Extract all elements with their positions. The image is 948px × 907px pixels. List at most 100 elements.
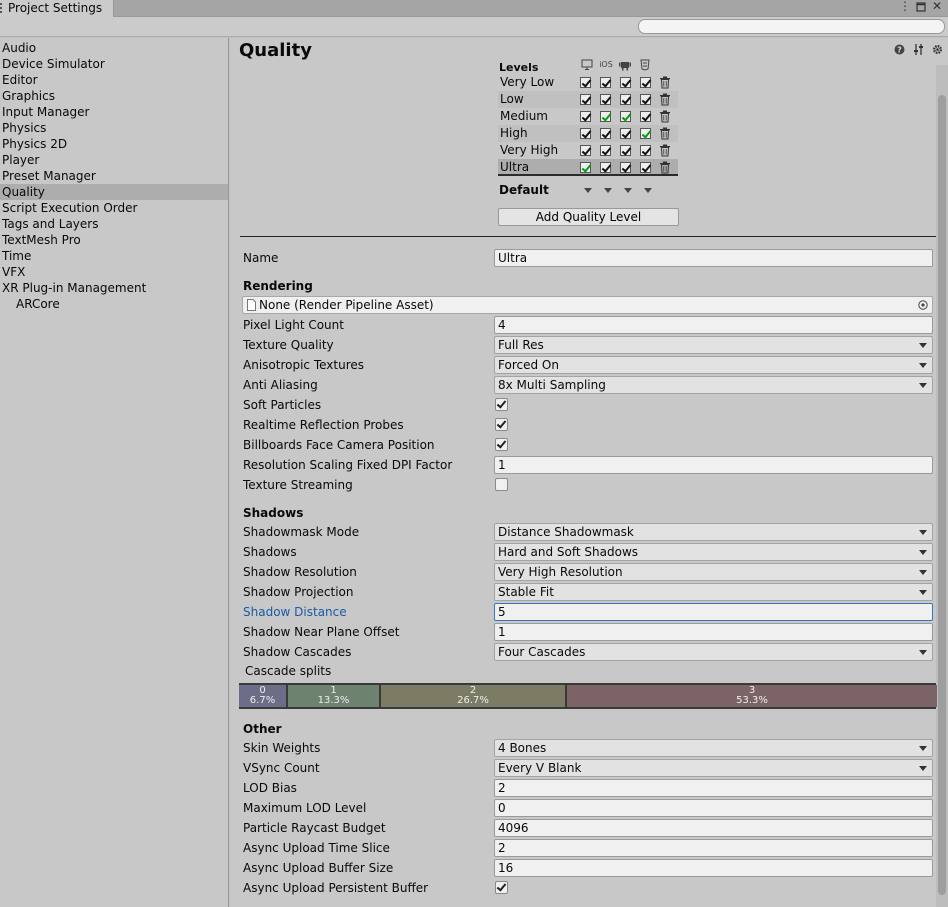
default-standalone-dropdown[interactable] <box>584 188 592 193</box>
more-options-icon[interactable]: ⋮ <box>898 0 912 14</box>
cascade-split-segment[interactable]: 0 6.7% <box>239 685 286 707</box>
cascade-split-segment[interactable]: 2 26.7% <box>381 685 565 707</box>
async-upload-buffer-size-input[interactable]: 16 <box>494 859 933 877</box>
quality-level-platform-checkbox[interactable] <box>640 162 651 173</box>
sidebar-item-graphics[interactable]: Graphics <box>0 88 228 104</box>
quality-level-platform-checkbox[interactable] <box>600 128 611 139</box>
cascade-splits-bar[interactable]: 0 6.7% 1 13.3% 2 26.7% 3 53.3% <box>239 683 937 709</box>
quality-level-platform-checkbox[interactable] <box>580 128 591 139</box>
quality-level-platform-checkbox[interactable] <box>620 77 631 88</box>
quality-level-platform-checkbox[interactable] <box>580 77 591 88</box>
trash-icon[interactable] <box>659 127 671 140</box>
pixel-light-count-input[interactable]: 4 <box>494 316 933 334</box>
add-quality-level-button[interactable]: Add Quality Level <box>498 208 679 226</box>
shadow-projection-dropdown[interactable]: Stable Fit <box>494 583 933 601</box>
quality-level-row[interactable]: Medium <box>498 108 678 125</box>
sidebar-item-editor[interactable]: Editor <box>0 72 228 88</box>
trash-icon[interactable] <box>659 144 671 157</box>
default-webgl-dropdown[interactable] <box>644 188 652 193</box>
quality-level-platform-checkbox[interactable] <box>600 111 611 122</box>
trash-icon[interactable] <box>659 76 671 89</box>
sidebar-item-physics[interactable]: Physics <box>0 120 228 136</box>
sidebar-item-preset-manager[interactable]: Preset Manager <box>0 168 228 184</box>
trash-icon[interactable] <box>659 93 671 106</box>
help-icon[interactable]: ? <box>894 44 905 55</box>
quality-level-platform-checkbox[interactable] <box>640 111 651 122</box>
vsync-count-dropdown[interactable]: Every V Blank <box>494 759 933 777</box>
quality-level-platform-checkbox[interactable] <box>620 111 631 122</box>
quality-level-row[interactable]: Low <box>498 91 678 108</box>
quality-level-platform-checkbox[interactable] <box>640 145 651 156</box>
quality-level-row[interactable]: Very Low <box>498 74 678 91</box>
lod-bias-input[interactable]: 2 <box>494 779 933 797</box>
shadowmask-mode-dropdown[interactable]: Distance Shadowmask <box>494 523 933 541</box>
sidebar-item-textmesh-pro[interactable]: TextMesh Pro <box>0 232 228 248</box>
sidebar-item-time[interactable]: Time <box>0 248 228 264</box>
preset-sliders-icon[interactable] <box>913 44 924 55</box>
texture-quality-dropdown[interactable]: Full Res <box>494 336 933 354</box>
quality-level-platform-checkbox[interactable] <box>580 145 591 156</box>
shadow-resolution-dropdown[interactable]: Very High Resolution <box>494 563 933 581</box>
shadow-distance-input[interactable]: 5 <box>494 603 933 621</box>
skin-weights-dropdown[interactable]: 4 Bones <box>494 739 933 757</box>
sidebar-item-physics-2d[interactable]: Physics 2D <box>0 136 228 152</box>
quality-level-row[interactable]: Very High <box>498 142 678 159</box>
quality-level-platform-checkbox[interactable] <box>640 128 651 139</box>
quality-level-platform-checkbox[interactable] <box>620 145 631 156</box>
sidebar-item-player[interactable]: Player <box>0 152 228 168</box>
quality-level-row[interactable]: High <box>498 125 678 142</box>
default-ios-dropdown[interactable] <box>604 188 612 193</box>
quality-level-row[interactable]: Ultra <box>498 159 678 176</box>
dpi-factor-input[interactable]: 1 <box>494 456 933 474</box>
shadows-dropdown[interactable]: Hard and Soft Shadows <box>494 543 933 561</box>
maximize-icon[interactable] <box>914 0 928 14</box>
sidebar-item-audio[interactable]: Audio <box>0 40 228 56</box>
trash-icon[interactable] <box>659 161 671 174</box>
render-pipeline-asset-field[interactable]: None (Render Pipeline Asset) <box>242 296 933 314</box>
quality-level-platform-checkbox[interactable] <box>600 94 611 105</box>
billboards-face-camera-checkbox[interactable] <box>495 438 508 451</box>
quality-level-platform-checkbox[interactable] <box>600 162 611 173</box>
trash-icon[interactable] <box>659 110 671 123</box>
quality-level-platform-checkbox[interactable] <box>640 94 651 105</box>
object-picker-icon[interactable] <box>918 300 928 310</box>
anisotropic-textures-dropdown[interactable]: Forced On <box>494 356 933 374</box>
sidebar-item-quality[interactable]: Quality <box>0 184 228 200</box>
shadow-near-plane-offset-input[interactable]: 1 <box>494 623 933 641</box>
vertical-scrollbar[interactable] <box>936 65 948 907</box>
quality-level-platform-checkbox[interactable] <box>580 94 591 105</box>
gear-icon[interactable] <box>932 44 943 55</box>
cascade-split-segment[interactable]: 3 53.3% <box>567 685 937 707</box>
name-input[interactable]: Ultra <box>494 249 933 267</box>
sidebar-item-tags-and-layers[interactable]: Tags and Layers <box>0 216 228 232</box>
sidebar-item-input-manager[interactable]: Input Manager <box>0 104 228 120</box>
sidebar-item-script-execution-order[interactable]: Script Execution Order <box>0 200 228 216</box>
close-icon[interactable]: ✕ <box>930 0 944 14</box>
shadow-cascades-dropdown[interactable]: Four Cascades <box>494 643 933 661</box>
anti-aliasing-dropdown[interactable]: 8x Multi Sampling <box>494 376 933 394</box>
scrollbar-thumb[interactable] <box>938 95 946 895</box>
particle-raycast-budget-input[interactable]: 4096 <box>494 819 933 837</box>
maximum-lod-level-input[interactable]: 0 <box>494 799 933 817</box>
quality-level-platform-checkbox[interactable] <box>580 162 591 173</box>
sidebar-item-arcore[interactable]: ARCore <box>0 296 228 312</box>
quality-level-platform-checkbox[interactable] <box>600 77 611 88</box>
quality-level-platform-checkbox[interactable] <box>620 94 631 105</box>
cascade-split-segment[interactable]: 1 13.3% <box>288 685 379 707</box>
window-tab[interactable]: Project Settings <box>0 0 114 17</box>
quality-level-platform-checkbox[interactable] <box>600 145 611 156</box>
sidebar-item-xr-plug-in-management[interactable]: XR Plug-in Management <box>0 280 228 296</box>
texture-streaming-checkbox[interactable] <box>495 478 508 491</box>
async-upload-persistent-buffer-checkbox[interactable] <box>495 881 508 894</box>
sidebar-item-device-simulator[interactable]: Device Simulator <box>0 56 228 72</box>
sidebar-item-vfx[interactable]: VFX <box>0 264 228 280</box>
quality-level-platform-checkbox[interactable] <box>620 162 631 173</box>
search-input[interactable] <box>638 19 945 34</box>
quality-level-platform-checkbox[interactable] <box>580 111 591 122</box>
default-android-dropdown[interactable] <box>624 188 632 193</box>
quality-level-platform-checkbox[interactable] <box>640 77 651 88</box>
async-upload-time-slice-input[interactable]: 2 <box>494 839 933 857</box>
quality-level-platform-checkbox[interactable] <box>620 128 631 139</box>
realtime-reflection-probes-checkbox[interactable] <box>495 418 508 431</box>
soft-particles-checkbox[interactable] <box>495 398 508 411</box>
